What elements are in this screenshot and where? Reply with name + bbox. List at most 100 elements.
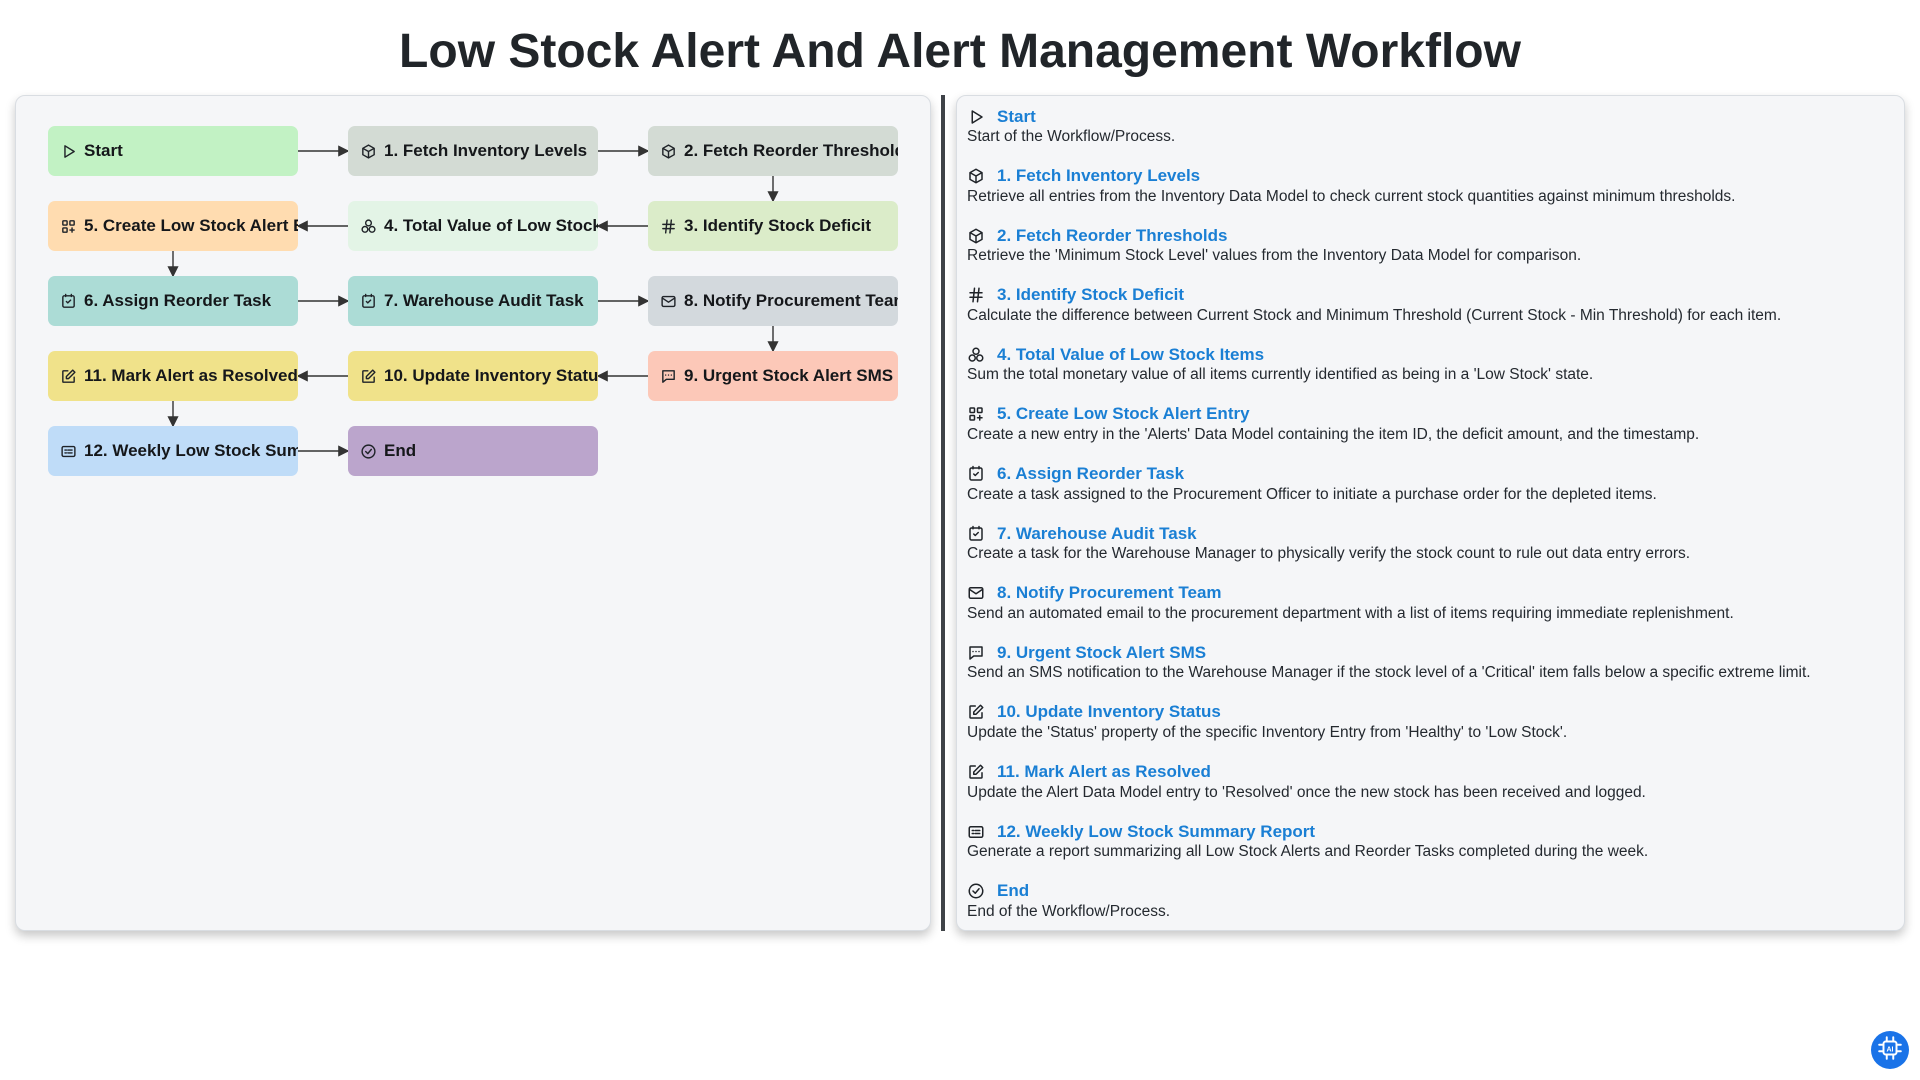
svg-text:AI: AI — [1886, 1046, 1893, 1053]
hash-icon — [660, 218, 677, 235]
step-legend-panel: Start Start of the Workflow/Process. 1. Fe… — [956, 95, 1905, 931]
node-n11[interactable]: 11. Mark Alert as Resolved — [48, 351, 298, 401]
legend-entry-title[interactable]: 3. Identify Stock Deficit — [997, 285, 1184, 305]
legend-entry-header: 5. Create Low Stock Alert Entry — [967, 404, 1897, 425]
node-label: 1. Fetch Inventory Levels — [384, 141, 588, 160]
message-icon — [967, 644, 985, 662]
report-icon — [60, 443, 77, 460]
legend-entry: 2. Fetch Reorder Thresholds Retrieve the … — [967, 225, 1897, 285]
node-n3[interactable]: 3. Identify Stock Deficit — [648, 201, 898, 251]
legend-entry-title[interactable]: 6. Assign Reorder Task — [997, 464, 1184, 484]
node-n1[interactable]: 1. Fetch Inventory Levels — [348, 126, 598, 176]
legend-entry-title[interactable]: 1. Fetch Inventory Levels — [997, 166, 1200, 186]
node-n10[interactable]: 10. Update Inventory Status — [348, 351, 598, 401]
node-n5[interactable]: 5. Create Low Stock Alert Entry — [48, 201, 298, 251]
node-n6[interactable]: 6. Assign Reorder Task — [48, 276, 298, 326]
check-circle-icon — [360, 443, 377, 460]
workflow-diagram-panel: Start 1. Fetch Inventory Levels 2. Fetch R… — [15, 95, 931, 931]
checkbox-icon — [967, 525, 985, 543]
legend-entry: 6. Assign Reorder Task Create a task assi… — [967, 464, 1897, 524]
legend-entry-description: Retrieve the 'Minimum Stock Level' value… — [967, 247, 1582, 265]
legend-entry-header: 2. Fetch Reorder Thresholds — [967, 225, 1897, 246]
ai-chip-icon: AI — [1877, 1035, 1903, 1066]
node-n12[interactable]: 12. Weekly Low Stock Summary Report — [48, 426, 298, 476]
legend-entry-description: Create a task for the Warehouse Manager … — [967, 545, 1691, 563]
coins-icon — [360, 218, 377, 235]
page-title: Low Stock Alert And Alert Management Wor… — [399, 25, 1521, 78]
node-label: 7. Warehouse Audit Task — [384, 291, 584, 310]
legend-entry-description: Create a new entry in the 'Alerts' Data … — [967, 425, 1700, 443]
legend-entry-description: Calculate the difference between Current… — [967, 306, 1782, 324]
hash-icon — [967, 286, 985, 304]
node-n2[interactable]: 2. Fetch Reorder Thresholds — [648, 126, 898, 176]
node-label: 12. Weekly Low Stock Summary Report — [84, 441, 298, 460]
legend-entry-title[interactable]: 2. Fetch Reorder Thresholds — [997, 226, 1228, 246]
node-label: Start — [84, 141, 123, 160]
legend-entry-header: 12. Weekly Low Stock Summary Report — [967, 821, 1897, 842]
legend-entry-title[interactable]: End — [997, 881, 1029, 901]
legend-entry: 11. Mark Alert as Resolved Update the Ale… — [967, 762, 1897, 822]
panel-divider[interactable] — [941, 95, 945, 931]
legend-entry-header: 6. Assign Reorder Task — [967, 464, 1897, 485]
edit-icon — [967, 703, 985, 721]
legend-entry-description: Start of the Workflow/Process. — [967, 128, 1176, 145]
legend-entry: 1. Fetch Inventory Levels Retrieve all en… — [967, 166, 1897, 226]
node-n7[interactable]: 7. Warehouse Audit Task — [348, 276, 598, 326]
node-n9[interactable]: 9. Urgent Stock Alert SMS — [648, 351, 898, 401]
legend-entry-title[interactable]: 9. Urgent Stock Alert SMS — [997, 643, 1206, 663]
node-n4[interactable]: 4. Total Value of Low Stock Items — [348, 201, 598, 251]
report-icon — [967, 823, 985, 841]
node-label: 9. Urgent Stock Alert SMS — [684, 366, 894, 385]
legend-entry-header: 7. Warehouse Audit Task — [967, 523, 1897, 544]
cube-icon — [360, 143, 377, 160]
legend-entry: 5. Create Low Stock Alert Entry Create a … — [967, 404, 1897, 464]
ai-assistant-button[interactable]: AI — [1871, 1031, 1909, 1069]
checkbox-icon — [967, 465, 985, 483]
legend-entry-description: Retrieve all entries from the Inventory … — [967, 187, 1736, 205]
legend-entry-header: 1. Fetch Inventory Levels — [967, 166, 1897, 187]
coins-icon — [967, 346, 985, 364]
legend-entry-description: Sum the total monetary value of all item… — [967, 366, 1594, 384]
legend-entry-header: 8. Notify Procurement Team — [967, 583, 1897, 604]
cube-icon — [967, 227, 985, 245]
legend-entry-title[interactable]: 10. Update Inventory Status — [997, 702, 1221, 722]
cube-icon — [967, 167, 985, 185]
node-end[interactable]: End — [348, 426, 598, 476]
legend-entry-title[interactable]: 11. Mark Alert as Resolved — [997, 762, 1211, 782]
workflow-canvas: Start 1. Fetch Inventory Levels 2. Fetch R… — [16, 96, 930, 930]
legend-entry-title[interactable]: 5. Create Low Stock Alert Entry — [997, 404, 1250, 424]
message-icon — [660, 368, 677, 385]
legend-entry-description: Create a task assigned to the Procuremen… — [967, 485, 1657, 503]
legend-entry-description: Send an SMS notification to the Warehous… — [967, 664, 1811, 682]
node-start[interactable]: Start — [48, 126, 298, 176]
legend-entry-title[interactable]: 7. Warehouse Audit Task — [997, 524, 1197, 544]
legend-entry-title[interactable]: Start — [997, 107, 1036, 127]
legend-entry: 10. Update Inventory Status Update the 'S… — [967, 702, 1897, 762]
step-legend-list: Start Start of the Workflow/Process. 1. Fe… — [967, 106, 1897, 940]
legend-entry-header: 9. Urgent Stock Alert SMS — [967, 642, 1897, 663]
legend-entry: 3. Identify Stock Deficit Calculate the d… — [967, 285, 1897, 345]
legend-entry-header: 4. Total Value of Low Stock Items — [967, 344, 1897, 365]
legend-entry-title[interactable]: 12. Weekly Low Stock Summary Report — [997, 822, 1315, 842]
legend-entry-title[interactable]: 4. Total Value of Low Stock Items — [997, 345, 1264, 365]
legend-entry-description: Send an automated email to the procureme… — [967, 604, 1734, 622]
legend-entry-title[interactable]: 8. Notify Procurement Team — [997, 583, 1222, 603]
grid-plus-icon — [967, 405, 985, 423]
node-label: 11. Mark Alert as Resolved — [84, 366, 298, 385]
node-n8[interactable]: 8. Notify Procurement Team — [648, 276, 898, 326]
node-label: 6. Assign Reorder Task — [84, 291, 272, 310]
checkbox-icon — [60, 293, 77, 310]
cube-icon — [660, 143, 677, 160]
legend-entry: End End of the Workflow/Process. — [967, 881, 1897, 941]
grid-plus-icon — [60, 218, 77, 235]
legend-entry: 12. Weekly Low Stock Summary Report Gener… — [967, 821, 1897, 881]
node-label: 5. Create Low Stock Alert Entry — [84, 216, 298, 235]
legend-entry-header: 10. Update Inventory Status — [967, 702, 1897, 723]
legend-entry-header: End — [967, 881, 1897, 902]
node-label: End — [384, 441, 417, 460]
node-label: 3. Identify Stock Deficit — [684, 216, 872, 235]
play-icon — [60, 143, 77, 160]
legend-entry: Start Start of the Workflow/Process. — [967, 106, 1897, 166]
edit-icon — [60, 368, 77, 385]
edit-icon — [360, 368, 377, 385]
